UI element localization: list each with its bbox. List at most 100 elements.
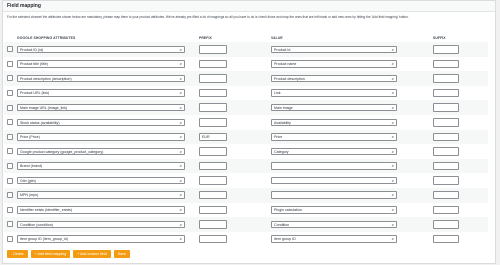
value-select[interactable]: Item group ID ⇵ bbox=[271, 235, 397, 243]
select-arrows-icon: ⇵ bbox=[391, 208, 394, 213]
select-arrows-icon: ⇵ bbox=[179, 193, 182, 198]
prefix-input[interactable] bbox=[199, 103, 227, 112]
row-checkbox[interactable] bbox=[7, 192, 13, 199]
value-select[interactable]: ⇵ bbox=[271, 176, 397, 185]
attribute-select[interactable]: Brand (brand) ⇵ bbox=[17, 162, 185, 170]
prefix-input[interactable] bbox=[199, 147, 227, 156]
prefix-input[interactable] bbox=[199, 220, 227, 229]
value-select[interactable]: Product Id ⇵ bbox=[271, 45, 397, 54]
attribute-select-value: Product URL (link) bbox=[20, 91, 50, 96]
suffix-input[interactable] bbox=[433, 220, 459, 229]
attribute-select-value: MPN (mpn) bbox=[20, 193, 39, 198]
prefix-input[interactable] bbox=[199, 45, 227, 54]
value-select[interactable]: ⇵ bbox=[271, 191, 397, 199]
suffix-input[interactable] bbox=[433, 59, 459, 69]
row-checkbox[interactable] bbox=[7, 119, 13, 126]
mapping-row: Price (Price) ⇵ EUR Price ⇵ bbox=[4, 129, 488, 145]
row-checkbox[interactable] bbox=[7, 163, 13, 170]
row-checkbox[interactable] bbox=[7, 177, 13, 184]
row-checkbox[interactable] bbox=[7, 221, 13, 228]
attribute-select[interactable]: Main image URL (image_link) ⇵ bbox=[17, 103, 185, 112]
attribute-select[interactable]: Product URL (link) ⇵ bbox=[17, 89, 185, 97]
select-arrows-icon: ⇵ bbox=[391, 62, 394, 67]
save-button[interactable]: Save bbox=[113, 250, 130, 258]
value-select-value: Main image bbox=[274, 105, 293, 110]
row-checkbox[interactable] bbox=[7, 206, 13, 213]
select-arrows-icon: ⇵ bbox=[179, 222, 182, 227]
prefix-input[interactable] bbox=[199, 118, 227, 127]
attribute-select-value: Item group ID (item_group_id) bbox=[20, 237, 68, 242]
row-checkbox[interactable] bbox=[7, 133, 13, 140]
value-select[interactable]: Category ⇵ bbox=[271, 147, 397, 156]
add-custom-field-button[interactable]: + Add custom field bbox=[73, 250, 111, 258]
attribute-select[interactable]: Stock status (availability) ⇵ bbox=[17, 118, 185, 127]
suffix-input[interactable] bbox=[433, 190, 459, 200]
attribute-select[interactable]: Identifier exists (identifier_exists) ⇵ bbox=[17, 206, 185, 214]
suffix-input[interactable] bbox=[433, 234, 459, 244]
prefix-input[interactable] bbox=[199, 176, 227, 185]
prefix-input[interactable] bbox=[199, 234, 227, 244]
prefix-input[interactable] bbox=[199, 74, 227, 83]
attribute-select-value: Product title (title) bbox=[20, 62, 48, 67]
mapping-row: Product description (description) ⇵ Produc… bbox=[4, 71, 488, 86]
row-checkbox[interactable] bbox=[7, 236, 13, 243]
suffix-input[interactable] bbox=[433, 88, 459, 98]
value-select[interactable]: Product description ⇵ bbox=[271, 74, 397, 83]
prefix-input[interactable] bbox=[199, 161, 227, 171]
value-select[interactable]: Price ⇵ bbox=[271, 133, 397, 141]
attribute-select[interactable]: Google product category (google_product_… bbox=[17, 147, 185, 156]
value-select-value: Product description bbox=[274, 76, 305, 81]
row-checkbox[interactable] bbox=[7, 75, 13, 82]
prefix-input[interactable] bbox=[199, 59, 227, 69]
attribute-select[interactable]: Condition (condition) ⇵ bbox=[17, 220, 185, 229]
prefix-input[interactable] bbox=[199, 190, 227, 200]
attribute-select-value: Identifier exists (identifier_exists) bbox=[20, 208, 73, 213]
attribute-select[interactable]: Price (Price) ⇵ bbox=[17, 133, 185, 141]
suffix-input[interactable] bbox=[433, 205, 459, 215]
value-select-value: Link bbox=[274, 91, 281, 96]
value-select[interactable]: Condition ⇵ bbox=[271, 220, 397, 229]
select-arrows-icon: ⇵ bbox=[179, 120, 182, 125]
attribute-select-value: Product ID (id) bbox=[20, 47, 44, 52]
attribute-select[interactable]: Product title (title) ⇵ bbox=[17, 60, 185, 68]
select-arrows-icon: ⇵ bbox=[391, 135, 394, 140]
select-arrows-icon: ⇵ bbox=[391, 76, 394, 81]
row-checkbox[interactable] bbox=[7, 90, 13, 97]
suffix-input[interactable] bbox=[433, 118, 459, 127]
suffix-input[interactable] bbox=[433, 132, 459, 142]
prefix-input[interactable] bbox=[199, 88, 227, 98]
suffix-input[interactable] bbox=[433, 147, 459, 156]
value-select[interactable]: Plugin calculation ⇵ bbox=[271, 206, 397, 214]
value-select[interactable]: Main image ⇵ bbox=[271, 103, 397, 112]
mapping-row: MPN (mpn) ⇵ ⇵ bbox=[4, 187, 488, 203]
value-select[interactable]: Link ⇵ bbox=[271, 89, 397, 97]
value-select[interactable]: Product name ⇵ bbox=[271, 60, 397, 68]
suffix-input[interactable] bbox=[433, 161, 459, 171]
attribute-select[interactable]: MPN (mpn) ⇵ bbox=[17, 191, 185, 199]
attribute-select[interactable]: Product ID (id) ⇵ bbox=[17, 45, 185, 54]
add-field-mapping-button[interactable]: + Add field mapping bbox=[30, 250, 71, 258]
select-arrows-icon: ⇵ bbox=[179, 208, 182, 213]
prefix-column-header: PREFIX bbox=[199, 35, 212, 40]
select-arrows-icon: ⇵ bbox=[391, 222, 394, 227]
prefix-input[interactable]: EUR bbox=[199, 132, 227, 142]
row-checkbox[interactable] bbox=[7, 104, 13, 111]
row-checkbox[interactable] bbox=[7, 46, 13, 53]
value-select[interactable]: Availability ⇵ bbox=[271, 118, 397, 127]
suffix-input[interactable] bbox=[433, 176, 459, 185]
attribute-select[interactable]: Item group ID (item_group_id) ⇵ bbox=[17, 235, 185, 243]
attribute-select[interactable]: Product description (description) ⇵ bbox=[17, 74, 185, 83]
select-arrows-icon: ⇵ bbox=[391, 91, 394, 96]
suffix-input[interactable] bbox=[433, 103, 459, 112]
row-checkbox[interactable] bbox=[7, 148, 13, 155]
mapping-row: Gtin (gtin) ⇵ ⇵ bbox=[4, 173, 488, 188]
suffix-input[interactable] bbox=[433, 45, 459, 54]
prefix-input[interactable] bbox=[199, 205, 227, 215]
attribute-select[interactable]: Gtin (gtin) ⇵ bbox=[17, 176, 185, 185]
suffix-input[interactable] bbox=[433, 74, 459, 83]
select-arrows-icon: ⇵ bbox=[179, 47, 182, 52]
value-select[interactable]: ⇵ bbox=[271, 162, 397, 170]
row-checkbox[interactable] bbox=[7, 60, 13, 67]
select-arrows-icon: ⇵ bbox=[391, 120, 394, 125]
delete-button[interactable]: - Delete bbox=[7, 250, 28, 258]
